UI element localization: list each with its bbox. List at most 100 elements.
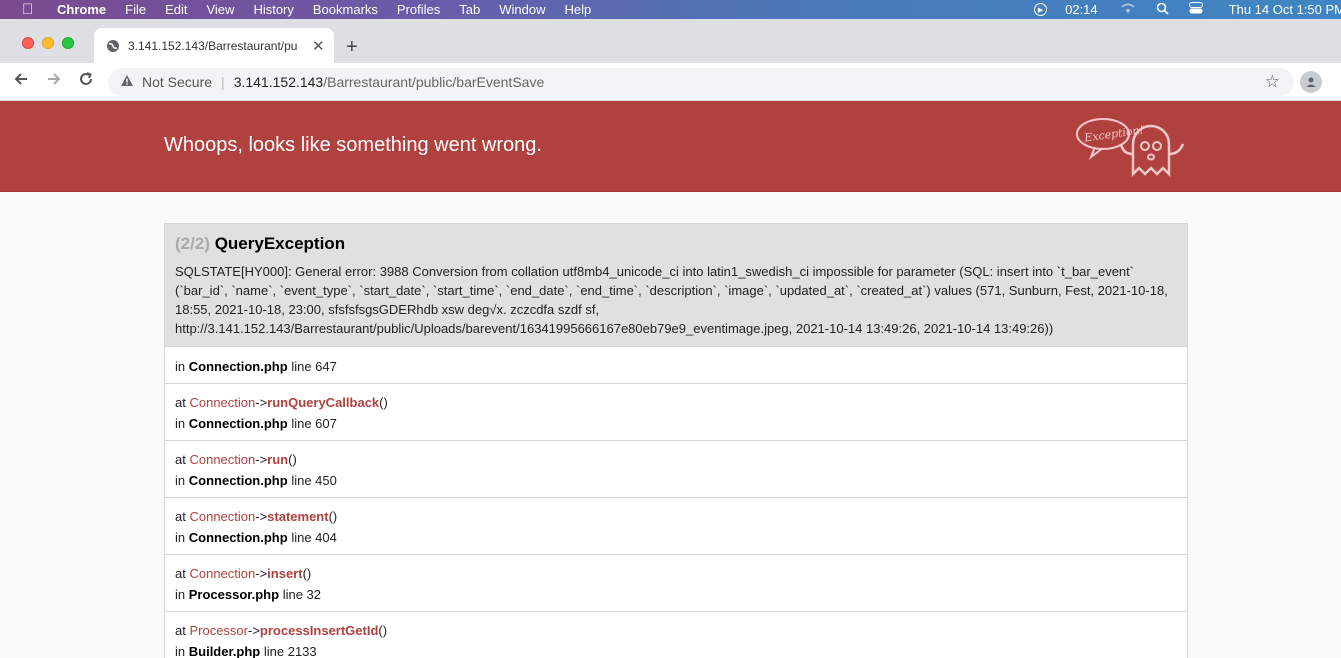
trace-file: Processor.php [188,587,280,602]
timer-value: 02:14 [1065,2,1098,17]
screen-timer[interactable]: ▶ 02:14 [1018,2,1098,17]
apple-icon[interactable]:  [22,1,38,18]
at-label: at [175,623,186,638]
trace-parens: () [379,395,388,410]
tab-strip: 3.141.152.143/Barrestaurant/pu ✕ + [0,19,1341,63]
menu-profiles[interactable]: Profiles [397,2,440,17]
trace-arrow: -> [255,395,268,410]
trace-frame: at Connection->statement() in Connection… [165,498,1187,555]
url-host: 3.141.152.143 [233,74,324,90]
back-button[interactable] [13,71,29,92]
exception-title: (2/2) QueryException [175,234,1177,254]
at-label: at [175,509,186,524]
trace-line: line 647 [291,359,337,374]
error-header: Whoops, looks like something went wrong.… [0,101,1341,192]
menu-file[interactable]: File [125,2,146,17]
trace-parens: () [378,623,388,638]
tab-title: 3.141.152.143/Barrestaurant/pu [128,38,298,53]
menu-help[interactable]: Help [565,2,592,17]
trace-file: Connection.php [188,473,288,488]
trace-function[interactable]: run [267,452,288,467]
trace-function[interactable]: runQueryCallback [267,395,379,410]
trace-file: Builder.php [188,644,261,658]
zoom-window-button[interactable] [62,37,74,49]
menu-edit[interactable]: Edit [165,2,187,17]
page-title: Whoops, looks like something went wrong. [164,134,542,156]
trace-arrow: -> [255,509,268,524]
page-content: Whoops, looks like something went wrong.… [0,101,1341,658]
control-center-icon[interactable] [1188,2,1203,17]
trace-parens: () [288,452,297,467]
trace-line: line 607 [291,416,337,431]
trace-frame: at Processor->processInsertGetId() in Bu… [165,612,1187,658]
browser-toolbar: Not Secure | 3.141.152.143/Barrestaurant… [0,63,1341,101]
menu-app-chrome[interactable]: Chrome [57,2,106,17]
trace-class[interactable]: Connection [189,452,255,467]
in-label: in [175,587,186,602]
in-label: in [175,644,186,658]
logo-text: Exception! [1082,123,1144,144]
url-path: /Barrestaurant/public/barEventSave [323,74,545,90]
trace-parens: () [328,509,338,524]
divider: | [221,74,225,90]
in-label: in [175,359,186,374]
minimize-window-button[interactable] [42,37,54,49]
trace-line: line 2133 [263,644,317,658]
trace-frame: at Connection->run() in Connection.php l… [165,441,1187,498]
trace-line: line 450 [291,473,337,488]
at-label: at [175,566,186,581]
trace-file: Connection.php [188,359,288,374]
trace-function[interactable]: processInsertGetId [260,623,379,638]
security-status[interactable]: Not Secure [142,74,212,90]
at-label: at [175,395,186,410]
trace-file: Connection.php [188,530,288,545]
forward-button[interactable] [46,71,62,92]
in-label: in [175,473,186,488]
in-label: in [175,416,186,431]
trace-arrow: -> [255,566,268,581]
trace-location: in Connection.php line 647 [165,347,1187,384]
exception-ghost-logo: Exception! [1076,118,1185,178]
trace-line: line 404 [291,530,337,545]
close-window-button[interactable] [22,37,34,49]
macos-menu-bar:  Chrome File Edit View History Bookmark… [0,0,1341,19]
profile-avatar-icon[interactable] [1300,71,1322,93]
in-label: in [175,530,186,545]
trace-line: line 32 [282,587,321,602]
trace-frame: at Connection->runQueryCallback() in Con… [165,384,1187,441]
exception-name: QueryException [214,234,346,253]
exception-summary: (2/2) QueryException SQLSTATE[HY000]: Ge… [164,223,1188,347]
wifi-icon[interactable] [1120,2,1136,17]
browser-tab-active[interactable]: 3.141.152.143/Barrestaurant/pu ✕ [94,28,334,63]
at-label: at [175,452,186,467]
trace-function[interactable]: insert [267,566,302,581]
menu-history[interactable]: History [253,2,293,17]
trace-parens: () [302,566,312,581]
exception-message: SQLSTATE[HY000]: General error: 3988 Con… [175,264,1168,336]
menu-view[interactable]: View [206,2,234,17]
address-bar[interactable]: Not Secure | 3.141.152.143/Barrestaurant… [108,68,1294,96]
bookmark-star-icon[interactable]: ☆ [1265,72,1280,92]
trace-frame: at Connection->insert() in Processor.php… [165,555,1187,612]
trace-function[interactable]: statement [267,509,328,524]
menu-datetime[interactable]: Thu 14 Oct 1:50 PM [1229,2,1341,17]
stack-trace: in Connection.php line 647 at Connection… [164,347,1188,658]
trace-class[interactable]: Connection [189,509,255,524]
new-tab-button[interactable]: + [346,36,358,59]
trace-file: Connection.php [188,416,288,431]
menu-window[interactable]: Window [499,2,545,17]
menu-bookmarks[interactable]: Bookmarks [313,2,378,17]
play-icon: ▶ [1034,3,1048,16]
trace-class[interactable]: Connection [189,395,255,410]
trace-class[interactable]: Processor [189,623,248,638]
menu-tab[interactable]: Tab [459,2,480,17]
trace-arrow: -> [255,452,268,467]
menu-bar-status: ▶ 02:14 Thu 14 Oct 1:50 PM [1002,0,1341,19]
warning-icon[interactable] [120,74,134,90]
reload-button[interactable] [78,71,94,92]
trace-class[interactable]: Connection [189,566,255,581]
trace-arrow: -> [248,623,260,638]
close-tab-icon[interactable]: ✕ [312,37,325,55]
search-icon[interactable] [1156,2,1169,18]
exception-count: (2/2) [175,234,210,253]
